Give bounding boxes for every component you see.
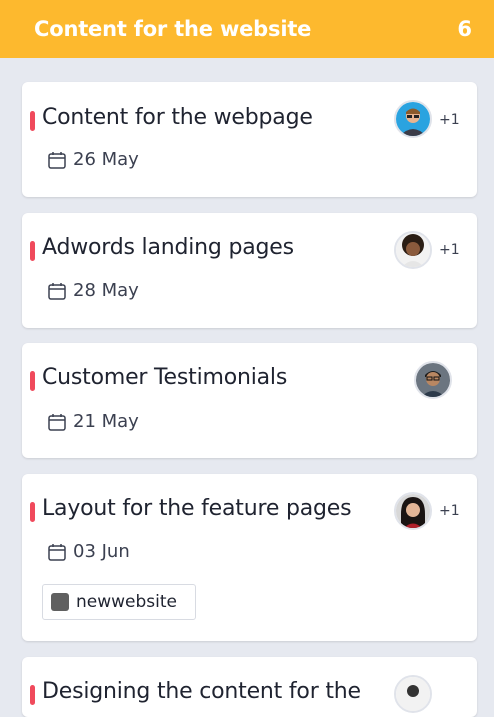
task-card[interactable]: Customer Testimonials 21 May: [22, 343, 477, 458]
assignee-avatar[interactable]: [394, 100, 432, 138]
assignee-extra-count: +1: [439, 112, 460, 128]
column-header[interactable]: Content for the website 6: [0, 0, 494, 58]
tag-color-swatch: [51, 593, 69, 611]
due-date-text: 26 May: [73, 149, 139, 170]
due-date-text: 28 May: [73, 280, 139, 301]
task-card[interactable]: Designing the content for the: [22, 657, 477, 717]
task-card[interactable]: Adwords landing pages +1 28 May: [22, 213, 477, 328]
due-date-text: 21 May: [73, 411, 139, 432]
task-title: Content for the webpage: [42, 105, 313, 130]
due-date: 26 May: [47, 149, 139, 170]
due-date: 03 Jun: [47, 541, 130, 562]
calendar-icon: [48, 151, 66, 169]
column-card-count: 6: [457, 17, 472, 41]
priority-indicator: [30, 241, 35, 261]
priority-indicator: [30, 111, 35, 131]
calendar-icon: [48, 413, 66, 431]
due-date: 28 May: [47, 280, 139, 301]
task-title: Designing the content for the: [42, 679, 361, 704]
task-card[interactable]: Layout for the feature pages +1 03 Jun n…: [22, 474, 477, 641]
assignee-avatar[interactable]: [394, 231, 432, 269]
task-title: Customer Testimonials: [42, 365, 288, 390]
priority-indicator: [30, 502, 35, 522]
assignee-avatar[interactable]: [394, 492, 432, 530]
calendar-icon: [48, 282, 66, 300]
task-title: Layout for the feature pages: [42, 496, 352, 521]
priority-indicator: [30, 371, 35, 391]
priority-indicator: [30, 685, 35, 705]
assignee-extra-count: +1: [439, 503, 460, 519]
task-card[interactable]: Content for the webpage +1 26 May: [22, 82, 477, 197]
assignee-avatar[interactable]: [414, 361, 452, 399]
column-title: Content for the website: [34, 17, 312, 41]
due-date: 21 May: [47, 411, 139, 432]
assignee-avatar[interactable]: [394, 675, 432, 713]
tag-label: newwebsite: [76, 592, 177, 612]
calendar-icon: [48, 543, 66, 561]
label-tag[interactable]: newwebsite: [42, 584, 196, 620]
task-title: Adwords landing pages: [42, 235, 294, 260]
due-date-text: 03 Jun: [73, 541, 130, 562]
assignee-extra-count: +1: [439, 242, 460, 258]
